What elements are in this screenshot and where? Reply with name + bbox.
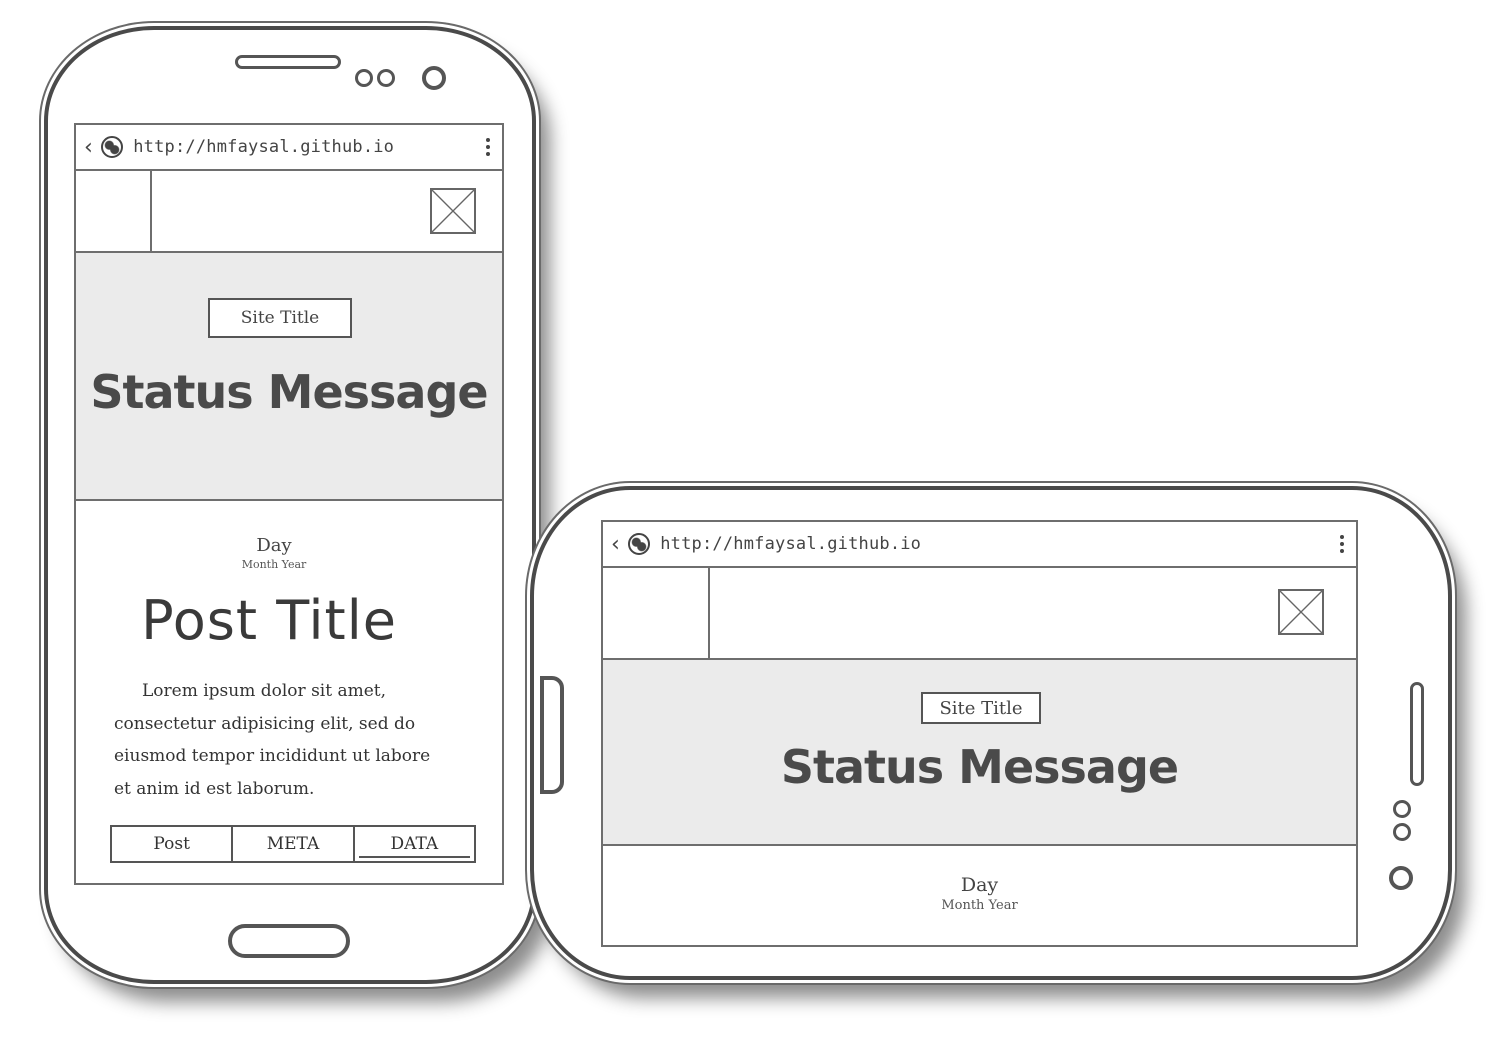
earpiece-speaker xyxy=(1410,682,1424,786)
volume-button[interactable] xyxy=(540,676,564,794)
post-title[interactable]: Post Title xyxy=(76,589,502,652)
image-placeholder-icon xyxy=(1278,589,1324,635)
post-date-day: Day xyxy=(256,535,292,556)
globe-icon xyxy=(101,136,124,158)
browser-url-bar: ‹ http://hmfaysal.github.io xyxy=(603,522,1356,568)
wireframe-stage: ‹ http://hmfaysal.github.io Site Title S… xyxy=(0,0,1512,1060)
landscape-screen: ‹ http://hmfaysal.github.io Site Title S… xyxy=(601,520,1358,947)
url-text[interactable]: http://hmfaysal.github.io xyxy=(660,534,1340,554)
post-tabs: Post META DATA xyxy=(110,825,476,863)
tab-data[interactable]: DATA xyxy=(352,827,474,861)
logo-placeholder[interactable] xyxy=(603,568,710,658)
tab-post[interactable]: Post xyxy=(112,827,231,861)
front-sensor xyxy=(1393,800,1411,818)
front-sensor xyxy=(355,69,373,87)
site-title[interactable]: Site Title xyxy=(208,298,352,338)
chevron-left-icon[interactable]: ‹ xyxy=(609,532,622,557)
logo-placeholder[interactable] xyxy=(76,171,152,251)
site-title[interactable]: Site Title xyxy=(921,692,1041,724)
tab-meta[interactable]: META xyxy=(231,827,352,861)
post-date-month-year: Month Year xyxy=(941,898,1018,913)
kebab-menu-icon[interactable] xyxy=(486,138,490,156)
hero-banner: Site Title Status Message xyxy=(603,660,1356,846)
front-sensor xyxy=(1393,823,1411,841)
post-date-day: Day xyxy=(960,874,999,896)
hero-banner: Site Title Status Message xyxy=(76,253,502,501)
front-sensor xyxy=(377,69,395,87)
site-header xyxy=(76,171,502,253)
status-message: Status Message xyxy=(780,740,1179,794)
front-camera xyxy=(1389,866,1413,890)
portrait-screen: ‹ http://hmfaysal.github.io Site Title S… xyxy=(74,123,504,885)
front-camera xyxy=(422,66,446,90)
earpiece-speaker xyxy=(235,55,341,69)
site-header xyxy=(603,568,1356,660)
status-message: Status Message xyxy=(90,365,488,419)
home-button[interactable] xyxy=(228,924,350,958)
chevron-left-icon[interactable]: ‹ xyxy=(82,135,95,160)
globe-icon xyxy=(628,533,651,555)
kebab-menu-icon[interactable] xyxy=(1340,535,1344,553)
image-placeholder-icon xyxy=(430,188,476,234)
url-text[interactable]: http://hmfaysal.github.io xyxy=(133,137,486,157)
browser-url-bar: ‹ http://hmfaysal.github.io xyxy=(76,125,502,171)
post-excerpt: Lorem ipsum dolor sit amet, consectetur … xyxy=(114,681,431,799)
post-date-month-year: Month Year xyxy=(241,558,307,571)
